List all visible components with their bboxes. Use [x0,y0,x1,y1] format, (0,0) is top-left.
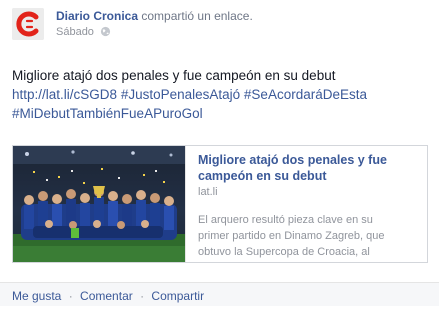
like-button[interactable]: Me gusta [12,289,61,303]
post-message: Migliore atajó dos penales y fue campeón… [12,66,432,123]
hashtag-link[interactable]: #JustoPenalesAtajó [121,87,240,102]
post-action-text: compartió un enlace. [141,9,253,23]
link-description-line: El arquero resultó pieza clave en su [198,214,373,226]
link-thumbnail[interactable] [13,146,186,262]
post-actions-bar: Me gusta · Comentar · Compartir [0,283,439,306]
action-separator: · [68,289,73,303]
share-button[interactable]: Compartir [151,289,204,303]
link-title-line: Migliore atajó dos penales y fue [198,153,387,167]
post-timestamp[interactable]: Sábado [56,26,94,38]
link-title-line: campeón en su debut [198,169,327,183]
link-description-line: primer partido en Dinamo Zagreb, que [198,230,385,242]
post-meta: Sábado [56,26,111,40]
team-celebration-photo [13,146,185,262]
link-card-text: Migliore atajó dos penales y fue campeón… [198,152,420,260]
page-name-link[interactable]: Diario Cronica [56,9,138,23]
post-message-text: Migliore atajó dos penales y fue campeón… [12,68,336,83]
shared-link-card[interactable]: Migliore atajó dos penales y fue campeón… [12,145,428,263]
globe-icon [100,26,111,40]
hashtag-link[interactable]: #MiDebutTambiénFueAPuroGol [12,106,203,121]
comment-button[interactable]: Comentar [80,289,133,303]
post-header: Diario Cronica compartió un enlace. [56,9,253,23]
link-description: El arquero resultó pieza clave en su pri… [198,212,420,260]
action-separator: · [140,289,145,303]
link-domain: lat.li [198,186,218,198]
link-description-line: obtuvo la Supercopa de Croacia, al [198,246,370,258]
link-title[interactable]: Migliore atajó dos penales y fue campeón… [198,152,420,184]
post-url-link[interactable]: http://lat.li/cSGD8 [12,87,117,102]
diario-cronica-logo [12,8,44,40]
page-avatar[interactable] [12,8,44,40]
hashtag-link[interactable]: #SeAcordaráDeEsta [244,87,367,102]
